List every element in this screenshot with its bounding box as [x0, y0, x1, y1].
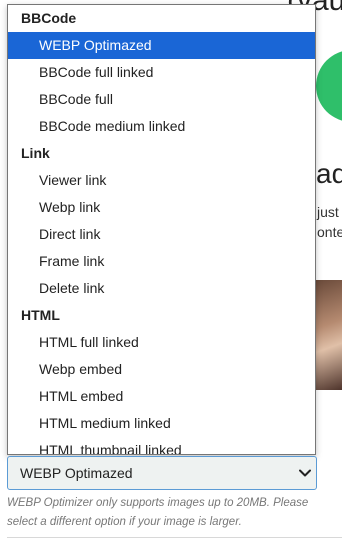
group-label-html: HTML — [21, 307, 60, 323]
option-webp-optimazed[interactable]: WEBP Optimazed — [8, 32, 315, 59]
option-webp-embed[interactable]: Webp embed — [8, 356, 315, 383]
chevron-down-icon — [294, 469, 316, 477]
option-html-full-linked[interactable]: HTML full linked — [8, 329, 315, 356]
embed-code-dropdown-list[interactable]: BBCode WEBP Optimazed BBCode full linked… — [7, 4, 316, 455]
help-text: WEBP Optimizer only supports images up t… — [7, 497, 309, 528]
page: (vau ad just onte BBCode WEBP Optimazed … — [0, 0, 342, 540]
divider — [7, 537, 342, 538]
option-html-thumbnail-linked[interactable]: HTML thumbnail linked — [8, 437, 315, 454]
option-delete-link[interactable]: Delete link — [8, 275, 315, 302]
embed-code-select[interactable]: WEBP Optimazed — [7, 456, 317, 490]
select-current-value: WEBP Optimazed — [20, 465, 133, 481]
background-heading: ad — [316, 158, 342, 189]
group-label-bbcode: BBCode — [21, 10, 77, 26]
option-html-medium-linked[interactable]: HTML medium linked — [8, 410, 315, 437]
option-webp-link[interactable]: Webp link — [8, 194, 315, 221]
option-bbcode-full[interactable]: BBCode full — [8, 86, 315, 113]
option-bbcode-medium-linked[interactable]: BBCode medium linked — [8, 113, 315, 140]
option-frame-link[interactable]: Frame link — [8, 248, 315, 275]
option-html-embed[interactable]: HTML embed — [8, 383, 315, 410]
green-status-icon — [316, 50, 342, 122]
option-direct-link[interactable]: Direct link — [8, 221, 315, 248]
background-photo — [316, 280, 342, 390]
background-text-line: onte — [317, 224, 342, 240]
option-bbcode-full-linked[interactable]: BBCode full linked — [8, 59, 315, 86]
background-text-line: just — [317, 204, 339, 220]
option-viewer-link[interactable]: Viewer link — [8, 167, 315, 194]
group-label-link: Link — [21, 145, 50, 161]
